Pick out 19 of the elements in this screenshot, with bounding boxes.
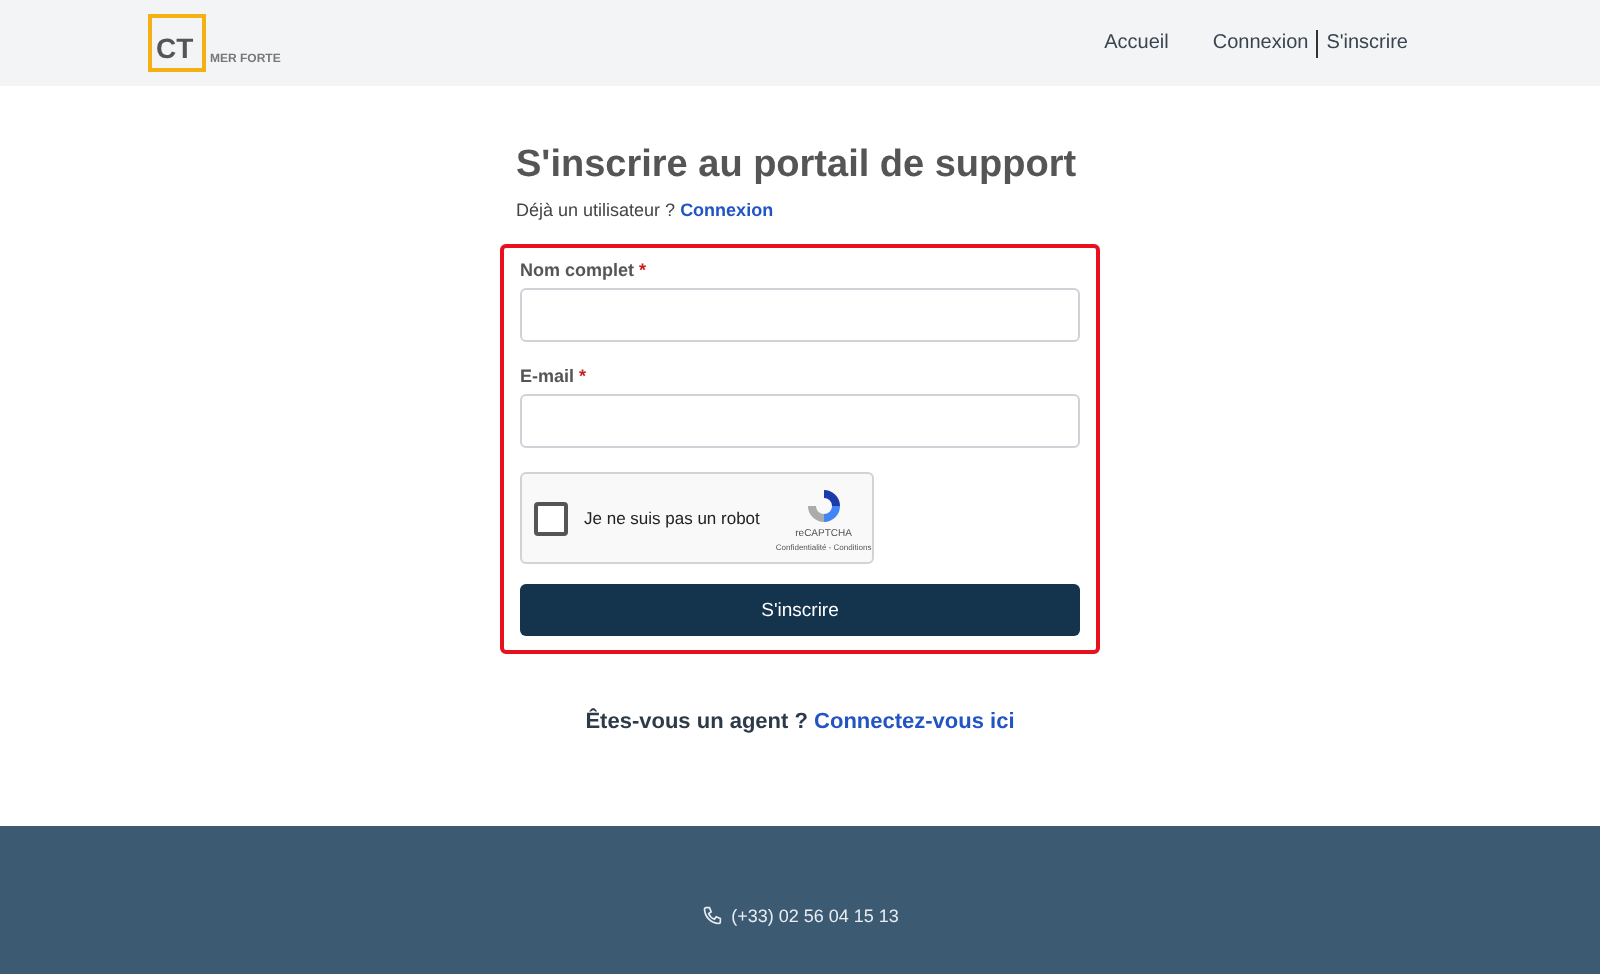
logo-mark: CT	[148, 14, 206, 72]
captcha-checkbox[interactable]	[534, 501, 568, 535]
input-field[interactable]	[520, 288, 1080, 342]
login-link[interactable]: Connexion	[680, 200, 774, 220]
agent-login-link[interactable]: Connectez-vous ici	[814, 710, 1015, 734]
phone-number: (+33) 02 56 04 15 13	[731, 906, 899, 926]
login-prompt: Déjà un utilisateur ? Connexion	[516, 200, 776, 220]
phone-icon	[701, 906, 722, 926]
page-title: S'inscrire au portail de support	[516, 144, 1079, 188]
agent-prompt: Êtes-vous un agent ? Connectez-vous ici	[585, 710, 1015, 734]
recaptcha-icon	[803, 485, 844, 525]
field-label: E-mail *	[520, 366, 589, 386]
signup-button[interactable]: S'inscrire	[520, 584, 1080, 636]
nav-link[interactable]: Connexion	[1204, 32, 1317, 54]
captcha-label: Je ne suis pas un robot	[584, 508, 760, 528]
field-label: Nom complet *	[520, 260, 649, 280]
input-field[interactable]	[520, 394, 1080, 448]
nav-link[interactable]: S'inscrire	[1318, 32, 1416, 54]
nav-link[interactable]: Accueil	[1096, 32, 1177, 54]
